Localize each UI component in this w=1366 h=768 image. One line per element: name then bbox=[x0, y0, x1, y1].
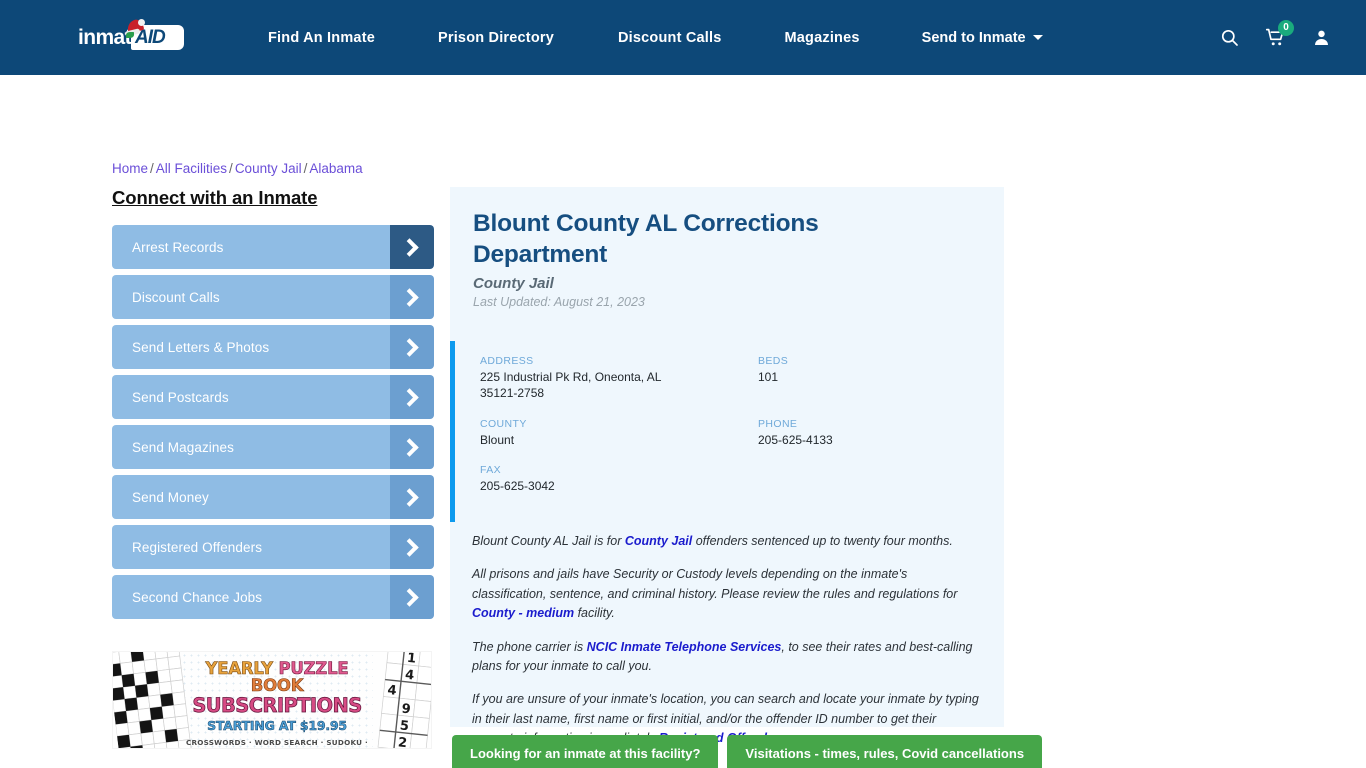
sidebar-item-label: Arrest Records bbox=[132, 239, 224, 255]
sidebar-item-second-chance-jobs[interactable]: Second Chance Jobs bbox=[112, 575, 434, 619]
puzzle-book-ad[interactable]: 1 4 4 9 5 2 YEARLY PUZZLE BOOK SUBSCRIPT… bbox=[112, 651, 432, 749]
info-value-address: 225 Industrial Pk Rd, Oneonta, AL 35121-… bbox=[480, 370, 662, 401]
ad-price-line: STARTING AT $19.95 bbox=[207, 718, 347, 734]
sudoku-grid-graphic: 1 4 4 9 5 2 bbox=[377, 651, 431, 749]
link-county-medium[interactable]: County - medium bbox=[472, 606, 574, 620]
info-value-beds: 101 bbox=[758, 370, 779, 385]
facility-detail-panel: Blount County AL Corrections Department … bbox=[450, 187, 1004, 745]
cart-icon[interactable]: 0 bbox=[1252, 18, 1298, 58]
chevron-right-icon bbox=[390, 375, 434, 419]
sidebar-item-send-magazines[interactable]: Send Magazines bbox=[112, 425, 434, 469]
info-label-beds: BEDS bbox=[758, 355, 789, 368]
svg-text:1: 1 bbox=[406, 651, 417, 667]
chevron-down-icon bbox=[1032, 35, 1043, 40]
search-icon[interactable] bbox=[1206, 18, 1252, 58]
info-value-phone: 205-625-4133 bbox=[758, 432, 833, 447]
sidebar-item-send-letters-photos[interactable]: Send Letters & Photos bbox=[112, 325, 434, 369]
sidebar-item-registered-offenders[interactable]: Registered Offenders bbox=[112, 525, 434, 569]
chevron-right-icon bbox=[390, 525, 434, 569]
facility-info-block: ADDRESS 225 Industrial Pk Rd, Oneonta, A… bbox=[450, 341, 1004, 522]
santa-hat-icon bbox=[124, 17, 147, 38]
ad-categories-line: CROSSWORDS · WORD SEARCH · SUDOKU · BRAI… bbox=[185, 738, 368, 748]
sidebar-item-label: Discount Calls bbox=[132, 289, 220, 305]
info-cell-phone: PHONE 205-625-4133 bbox=[758, 418, 982, 464]
info-value-fax: 205-625-3042 bbox=[480, 478, 555, 493]
info-cell-fax: FAX 205-625-3042 bbox=[480, 464, 758, 510]
sidebar-item-label: Send Postcards bbox=[132, 389, 229, 405]
facility-type-subtitle: County Jail bbox=[473, 275, 554, 293]
user-icon[interactable] bbox=[1298, 18, 1344, 58]
info-cell-address: ADDRESS 225 Industrial Pk Rd, Oneonta, A… bbox=[480, 355, 758, 417]
sidebar-item-label: Send Letters & Photos bbox=[132, 339, 270, 355]
sidebar-item-label: Send Money bbox=[132, 489, 209, 505]
info-label-phone: PHONE bbox=[758, 417, 798, 430]
link-county-jail[interactable]: County Jail bbox=[625, 534, 692, 548]
sidebar-item-label: Second Chance Jobs bbox=[132, 589, 263, 605]
chevron-right-icon bbox=[390, 425, 434, 469]
info-label-address: ADDRESS bbox=[480, 355, 534, 368]
last-updated-text: Last Updated: August 21, 2023 bbox=[473, 295, 645, 310]
info-cell-empty bbox=[758, 464, 982, 510]
page-body: Home / All Facilities / County Jail / Alabama … bbox=[0, 75, 1366, 768]
description-paragraph-3: The phone carrier is NCIC Inmate Telepho… bbox=[472, 639, 973, 673]
sidebar-heading: Connect with an Inmate bbox=[112, 187, 318, 208]
facility-description: Blount County AL Jail is for County Jail… bbox=[450, 522, 1004, 748]
ad-text-block: YEARLY PUZZLE BOOK SUBSCRIPTIONS STARTIN… bbox=[185, 659, 369, 748]
svg-text:2: 2 bbox=[397, 735, 408, 749]
inmateaid-logo[interactable]: inmate AID bbox=[78, 17, 186, 58]
breadcrumb-item-county-jail[interactable]: County Jail bbox=[235, 161, 302, 176]
chevron-right-icon bbox=[390, 275, 434, 319]
nav-link-prison-directory[interactable]: Prison Directory bbox=[438, 30, 554, 46]
nav-icon-group: 0 bbox=[1206, 18, 1344, 58]
breadcrumb-item-alabama[interactable]: Alabama bbox=[309, 161, 362, 176]
info-value-county: Blount bbox=[480, 432, 515, 447]
nav-link-discount-calls[interactable]: Discount Calls bbox=[618, 30, 722, 46]
description-paragraph-2: All prisons and jails have Security or C… bbox=[472, 567, 958, 621]
link-ncic-inmate-telephone-services[interactable]: NCIC Inmate Telephone Services bbox=[587, 640, 782, 654]
sidebar-item-send-money[interactable]: Send Money bbox=[112, 475, 434, 519]
sidebar-item-arrest-records[interactable]: Arrest Records bbox=[112, 225, 434, 269]
sidebar-item-label: Registered Offenders bbox=[132, 539, 263, 555]
info-cell-county: COUNTY Blount bbox=[480, 418, 758, 464]
chevron-right-icon bbox=[390, 475, 434, 519]
nav-dropdown-send-to-inmate[interactable]: Send to Inmate bbox=[922, 30, 1043, 46]
page-title: Blount County AL Corrections Department bbox=[473, 210, 819, 268]
visitations-button[interactable]: Visitations - times, rules, Covid cancel… bbox=[727, 735, 1043, 768]
chevron-right-icon bbox=[390, 575, 434, 619]
chevron-right-icon bbox=[390, 325, 434, 369]
info-label-county: COUNTY bbox=[480, 417, 527, 430]
breadcrumb-item-home[interactable]: Home bbox=[112, 161, 148, 176]
top-navbar: inmate AID Find An Inmate Prison Directo… bbox=[0, 0, 1366, 75]
info-label-fax: FAX bbox=[480, 463, 502, 476]
svg-text:4: 4 bbox=[404, 668, 415, 684]
primary-nav: Find An Inmate Prison Directory Discount… bbox=[268, 30, 1156, 46]
chevron-right-icon bbox=[390, 225, 434, 269]
breadcrumb: Home / All Facilities / County Jail / Alabama bbox=[112, 161, 363, 176]
nav-link-find-an-inmate[interactable]: Find An Inmate bbox=[268, 30, 375, 46]
cta-button-row: Looking for an inmate at this facility? … bbox=[452, 735, 1043, 768]
info-cell-beds: BEDS 101 bbox=[758, 355, 982, 417]
ad-headline-line1: YEARLY PUZZLE BOOK bbox=[205, 659, 349, 696]
svg-text:5: 5 bbox=[399, 718, 410, 734]
breadcrumb-item-all-facilities[interactable]: All Facilities bbox=[156, 161, 227, 176]
nav-link-magazines[interactable]: Magazines bbox=[785, 30, 860, 46]
svg-text:9: 9 bbox=[401, 702, 412, 718]
left-sidebar: Connect with an Inmate Arrest Records Di… bbox=[112, 187, 434, 749]
crossword-grid-graphic bbox=[113, 652, 192, 748]
cart-count-badge: 0 bbox=[1278, 19, 1294, 36]
breadcrumb-separator: / bbox=[229, 161, 233, 176]
sidebar-item-discount-calls[interactable]: Discount Calls bbox=[112, 275, 434, 319]
nav-dropdown-label: Send to Inmate bbox=[921, 29, 1026, 46]
ad-headline-line2: SUBSCRIPTIONS bbox=[192, 693, 363, 717]
looking-for-inmate-button[interactable]: Looking for an inmate at this facility? bbox=[452, 735, 719, 768]
breadcrumb-separator: / bbox=[150, 161, 154, 176]
description-paragraph-1: Blount County AL Jail is for County Jail… bbox=[472, 534, 953, 548]
svg-text:4: 4 bbox=[387, 683, 398, 699]
sidebar-item-send-postcards[interactable]: Send Postcards bbox=[112, 375, 434, 419]
sidebar-item-label: Send Magazines bbox=[132, 439, 234, 455]
